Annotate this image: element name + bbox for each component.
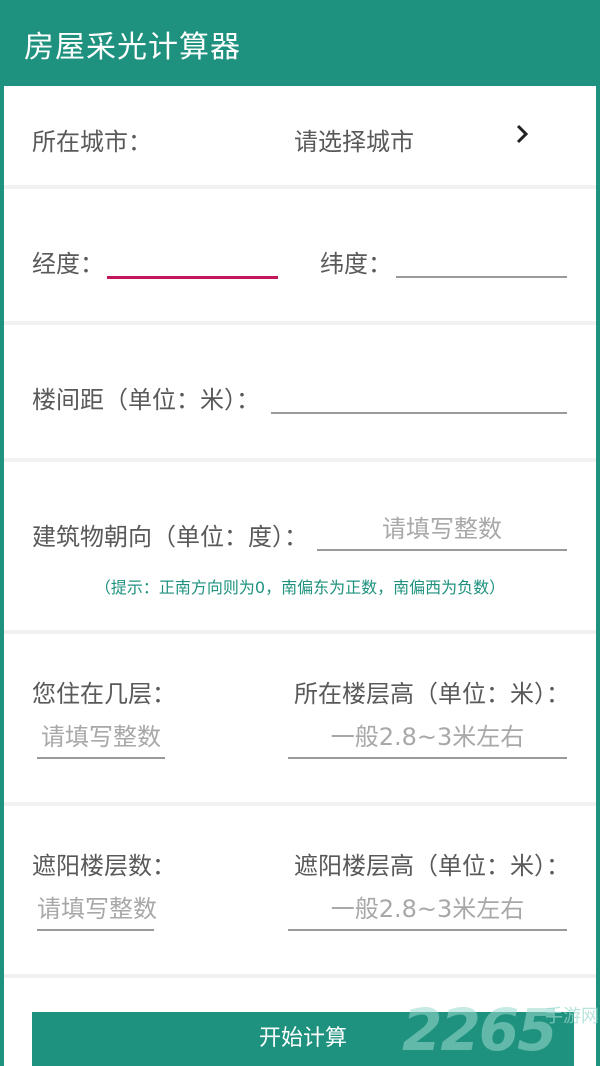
- spacing-label: 楼间距（单位：米）：: [32, 386, 260, 414]
- latitude-label: 纬度：: [320, 250, 392, 278]
- chevron-right-icon[interactable]: [512, 121, 534, 147]
- city-label: 所在城市：: [32, 128, 152, 156]
- floor-height-label: 所在楼层高（单位：米）：: [294, 680, 570, 708]
- orientation-hint: （提示：正南方向则为0，南偏东为正数，南偏西为负数）: [94, 578, 506, 597]
- latitude-input[interactable]: [396, 236, 567, 278]
- your-floor-label: 您住在几层：: [32, 680, 176, 708]
- divider: [4, 630, 596, 634]
- app-bar: 房屋采光计算器: [0, 0, 600, 86]
- divider: [4, 802, 596, 806]
- shade-floors-input[interactable]: 请填写整数: [37, 889, 157, 931]
- floor-height-input[interactable]: 一般2.8~3米左右: [288, 717, 567, 759]
- divider: [4, 185, 596, 189]
- watermark-logo: 2265: [402, 996, 557, 1064]
- longitude-input[interactable]: [107, 236, 278, 279]
- orientation-label: 建筑物朝向（单位：度）：: [32, 523, 308, 551]
- your-floor-input[interactable]: 请填写整数: [37, 717, 165, 759]
- divider: [4, 458, 596, 462]
- shade-height-label: 遮阳楼层高（单位：米）：: [294, 852, 570, 880]
- divider: [4, 974, 596, 978]
- shade-height-input[interactable]: 一般2.8~3米左右: [288, 889, 567, 931]
- orientation-input[interactable]: 请填写整数: [317, 509, 567, 551]
- app-title: 房屋采光计算器: [24, 30, 241, 65]
- watermark-text: 手游网: [545, 1006, 599, 1027]
- city-select[interactable]: 请选择城市: [294, 122, 414, 157]
- shade-floors-label: 遮阳楼层数：: [32, 852, 176, 880]
- divider: [4, 321, 596, 325]
- longitude-label: 经度：: [32, 250, 104, 278]
- spacing-input[interactable]: [271, 372, 567, 414]
